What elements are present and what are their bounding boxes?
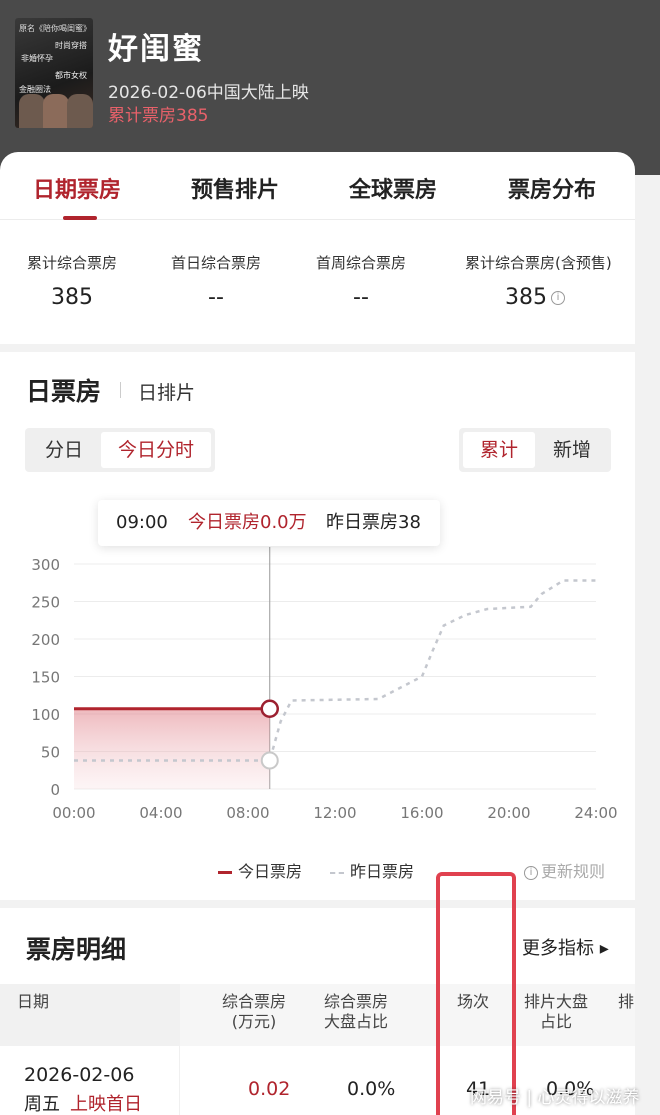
stat-label: 累计综合票房(含预售) — [465, 254, 612, 272]
legend-swatch — [330, 871, 344, 874]
y-axis-ticks: 300 250 200 150 100 50 0 — [31, 556, 60, 799]
chart-tooltip: 09:00 今日票房0.0万 昨日票房38 — [98, 500, 440, 546]
legend-label: 昨日票房 — [350, 862, 415, 881]
cumulative-box-office: 累计票房385 — [108, 106, 209, 126]
stat-value: 385 — [505, 285, 547, 310]
stat-first-week: 首周综合票房 -- — [291, 252, 431, 310]
intraday-line-chart[interactable]: 300 250 200 150 100 50 0 00:00 04:00 08:00 12:00 1… — [0, 352, 635, 852]
column-header-schedule-share: 排片大盘 占比 — [523, 992, 588, 1031]
tab-bar: 日期票房 预售排片 全球票房 票房分布 — [0, 152, 635, 220]
row-weekday: 周五 — [24, 1094, 60, 1115]
legend-today: 今日票房 — [218, 858, 302, 882]
x-tick-label: 00:00 — [52, 804, 95, 822]
update-rules-link[interactable]: i 更新规则 — [524, 858, 605, 882]
poster-figure — [19, 94, 45, 128]
x-tick-label: 04:00 — [139, 804, 182, 822]
movie-header: 原名《陪你喝闺蜜》 时尚穿搭 非婚怀孕 都市女权 金融圈法 好闺蜜 2026-0… — [0, 0, 660, 175]
stat-label: 累计综合票房 — [26, 254, 117, 272]
y-tick-label: 300 — [31, 556, 60, 574]
poster-figure — [43, 94, 69, 128]
y-tick-label: 50 — [41, 744, 60, 762]
tooltip-today: 今日票房0.0万 — [188, 512, 307, 533]
y-tick-label: 200 — [31, 631, 60, 649]
x-tick-label: 08:00 — [226, 804, 269, 822]
stat-cumulative: 累计综合票房 385 — [2, 252, 142, 310]
tab-daily-box-office[interactable]: 日期票房 — [33, 172, 121, 204]
tab-box-office-distribution[interactable]: 票房分布 — [508, 172, 596, 204]
y-tick-label: 250 — [31, 594, 60, 612]
more-metrics-button[interactable]: 更多指标 ▸ — [522, 934, 609, 960]
stat-first-day: 首日综合票房 -- — [146, 252, 286, 310]
y-tick-label: 100 — [31, 706, 60, 724]
poster-figure — [67, 94, 93, 128]
x-tick-label: 24:00 — [574, 804, 617, 822]
table-header: 日期 综合票房 (万元) 综合票房 大盘占比 场次 排片大盘 占比 排 — [0, 984, 635, 1046]
daily-box-office-card: 日票房 日排片 分日 今日分时 累计 新增 300 250 200 150 100 50 0… — [0, 352, 635, 900]
stat-label: 首日综合票房 — [170, 254, 261, 272]
column-header-date: 日期 — [17, 992, 50, 1011]
tab-presale-schedule[interactable]: 预售排片 — [191, 172, 279, 204]
poster-caption: 原名《陪你喝闺蜜》 — [19, 24, 91, 33]
legend-yesterday: 昨日票房 — [330, 858, 414, 882]
stat-value: -- — [208, 285, 224, 310]
tab-global-box-office[interactable]: 全球票房 — [349, 172, 437, 204]
x-tick-label: 20:00 — [487, 804, 530, 822]
section-title: 票房明细 — [26, 935, 127, 964]
row-box-office: 0.02 — [248, 1078, 291, 1100]
column-header-box-office-share: 综合票房 大盘占比 — [323, 992, 388, 1031]
today-area — [74, 708, 270, 789]
row-date: 2026-02-06 — [24, 1064, 135, 1086]
x-tick-label: 16:00 — [400, 804, 443, 822]
column-header-box-office: 综合票房 (万元) — [221, 992, 286, 1031]
watermark: 网易号 | 心灵得以滋养 — [470, 1088, 640, 1108]
point-today — [260, 699, 279, 718]
movie-poster[interactable]: 原名《陪你喝闺蜜》 时尚穿搭 非婚怀孕 都市女权 金融圈法 — [15, 18, 93, 128]
tooltip-yesterday: 昨日票房38 — [326, 512, 421, 533]
stat-label: 首周综合票房 — [315, 254, 406, 272]
row-box-office-share: 0.0% — [347, 1078, 396, 1100]
summary-card: 日期票房 预售排片 全球票房 票房分布 累计综合票房 385 首日综合票房 --… — [0, 152, 635, 344]
highlight-annotation — [436, 872, 516, 1115]
x-axis-ticks: 00:00 04:00 08:00 12:00 16:00 20:00 24:00 — [52, 804, 617, 822]
legend-label: 今日票房 — [238, 862, 303, 881]
active-tab-indicator — [63, 216, 97, 220]
stat-value-with-info: 385 i — [465, 285, 605, 310]
info-icon: i — [524, 865, 538, 880]
column-header-truncated: 排 — [618, 992, 635, 1011]
row-tag: 上映首日 — [70, 1094, 142, 1115]
x-tick-label: 12:00 — [313, 804, 356, 822]
chart-series — [74, 547, 596, 789]
poster-tag: 时尚穿搭 — [55, 41, 87, 50]
update-rules-label: 更新规则 — [541, 862, 606, 881]
poster-tag: 都市女权 — [55, 71, 87, 80]
legend-swatch — [218, 871, 232, 874]
release-info: 2026-02-06中国大陆上映 — [108, 83, 309, 103]
poster-tag: 非婚怀孕 — [21, 54, 53, 63]
stat-cumulative-presale: 累计综合票房(含预售) 385 i — [465, 252, 612, 310]
y-tick-label: 0 — [50, 781, 60, 799]
y-tick-label: 150 — [31, 669, 60, 687]
info-icon[interactable]: i — [551, 291, 565, 305]
stat-value: 385 — [51, 285, 93, 310]
stat-value: -- — [353, 285, 369, 310]
movie-title: 好闺蜜 — [108, 32, 204, 67]
tooltip-time: 09:00 — [116, 512, 168, 533]
point-yesterday — [260, 751, 279, 770]
